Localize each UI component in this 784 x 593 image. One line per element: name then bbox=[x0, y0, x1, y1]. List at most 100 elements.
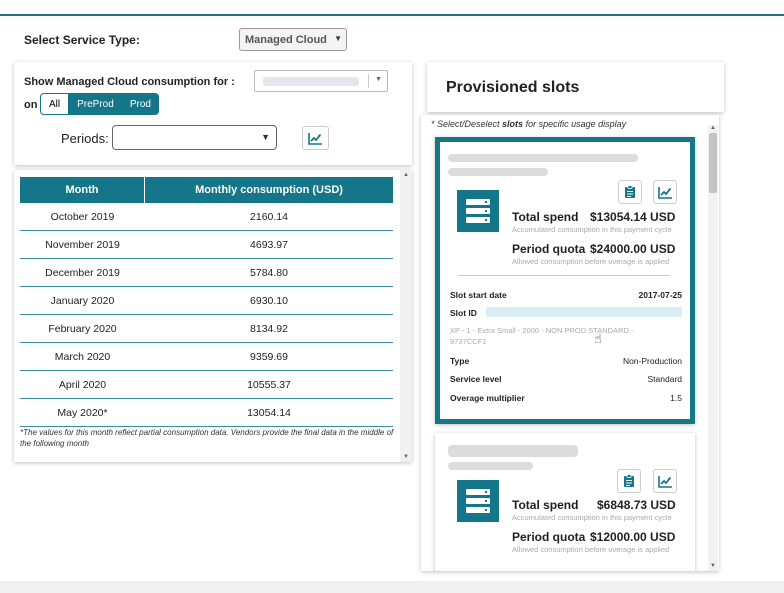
server-icon bbox=[457, 190, 499, 232]
slot-subtitle-redacted bbox=[448, 462, 533, 470]
type-label: Type bbox=[450, 356, 470, 366]
cell-consumption: 2160.14 bbox=[250, 210, 288, 223]
scroll-down-icon[interactable]: ▼ bbox=[710, 563, 716, 569]
on-label: on bbox=[24, 99, 38, 111]
env-prod-button[interactable]: Prod bbox=[121, 93, 159, 115]
select-slots-note: * Select/Deselect slots for specific usa… bbox=[431, 119, 626, 129]
cell-consumption: 5784.80 bbox=[250, 266, 288, 279]
cell-consumption: 10555.37 bbox=[247, 378, 291, 391]
show-consumption-label: Show Managed Cloud consumption for : bbox=[24, 76, 235, 88]
bottom-strip bbox=[0, 581, 784, 593]
scroll-up-icon[interactable]: ▲ bbox=[710, 125, 716, 131]
slot-divider bbox=[458, 275, 670, 276]
consumption-filter-card: Show Managed Cloud consumption for : ▼ o… bbox=[14, 62, 412, 165]
slot-card-selected[interactable]: Total spend $13054.14 USD Accumulated co… bbox=[435, 137, 695, 424]
total-spend-subtext: Accumulated consumption in this payment … bbox=[512, 513, 672, 522]
periods-select[interactable]: ▼ bbox=[112, 125, 277, 150]
env-preprod-button[interactable]: PreProd bbox=[69, 93, 122, 115]
total-spend-value: $6848.73 USD bbox=[597, 498, 676, 512]
column-header-month: Month bbox=[20, 177, 145, 203]
select-note-bold: slots bbox=[502, 119, 524, 129]
top-accent-line bbox=[0, 14, 784, 16]
periods-label: Periods: bbox=[61, 131, 109, 146]
trend-chart-icon bbox=[308, 132, 322, 145]
table-header: Month Monthly consumption (USD) bbox=[20, 177, 393, 203]
cell-month: February 2020 bbox=[48, 322, 117, 335]
server-icon bbox=[457, 480, 499, 522]
total-spend-value: $13054.14 USD bbox=[590, 210, 676, 224]
table-scrollbar[interactable]: ▲ ▼ bbox=[400, 170, 412, 462]
chevron-down-icon: ▼ bbox=[375, 76, 382, 83]
trend-chart-icon bbox=[657, 186, 672, 199]
service-type-label: Select Service Type: bbox=[24, 33, 140, 47]
total-spend-label: Total spend bbox=[512, 498, 579, 512]
type-value: Non-Production bbox=[622, 356, 682, 366]
service-level-label: Service level bbox=[450, 374, 502, 384]
cell-month: November 2019 bbox=[45, 238, 120, 251]
table-footnote: *The values for this month reflect parti… bbox=[20, 428, 394, 448]
column-header-consumption: Monthly consumption (USD) bbox=[195, 184, 343, 196]
slot-start-date-label: Slot start date bbox=[450, 290, 507, 300]
cell-consumption: 6930.10 bbox=[250, 294, 288, 307]
trend-chart-icon bbox=[657, 475, 672, 488]
slot-card[interactable]: Total spend $6848.73 USD Accumulated con… bbox=[435, 433, 695, 571]
slot-details-button[interactable] bbox=[618, 180, 642, 204]
account-select[interactable]: ▼ bbox=[254, 70, 388, 92]
slot-name-redacted bbox=[448, 154, 638, 162]
clipboard-icon bbox=[624, 474, 634, 487]
period-quota-subtext: Allowed consumption before overage is ap… bbox=[512, 545, 670, 554]
total-spend-label: Total spend bbox=[512, 210, 579, 224]
select-note-prefix: * Select/Deselect bbox=[431, 119, 503, 129]
slots-scrollbar[interactable]: ▲ ▼ bbox=[708, 125, 718, 571]
slot-id-label: Slot ID bbox=[450, 308, 477, 318]
chevron-down-icon: ▼ bbox=[334, 34, 342, 43]
chevron-down-icon: ▼ bbox=[261, 132, 270, 142]
overage-multiplier-value: 1.5 bbox=[670, 393, 682, 403]
service-type-select[interactable]: Managed Cloud ▼ bbox=[239, 28, 347, 51]
cell-consumption: 13054.14 bbox=[247, 406, 291, 419]
total-spend-subtext: Accumulated consumption in this payment … bbox=[512, 225, 672, 234]
cell-month: May 2020* bbox=[57, 406, 108, 419]
slot-name-redacted bbox=[448, 445, 578, 457]
slot-chart-button[interactable] bbox=[653, 469, 677, 493]
table-row: October 2019 2160.14 bbox=[20, 203, 393, 231]
scroll-down-icon[interactable]: ▼ bbox=[403, 454, 409, 460]
overage-multiplier-label: Overage multiplier bbox=[450, 393, 525, 403]
env-all-button[interactable]: All bbox=[40, 93, 70, 115]
cell-consumption: 8134.92 bbox=[250, 322, 288, 335]
cell-month: April 2020 bbox=[58, 378, 107, 391]
table-row: November 2019 4693.97 bbox=[20, 231, 393, 259]
show-chart-button[interactable] bbox=[302, 126, 329, 150]
slots-title: Provisioned slots bbox=[446, 79, 580, 96]
select-note-suffix: for specific usage display bbox=[523, 119, 627, 129]
period-quota-label: Period quota bbox=[512, 530, 586, 544]
table-row: February 2020 8134.92 bbox=[20, 315, 393, 343]
period-quota-label: Period quota bbox=[512, 242, 586, 256]
cell-month: March 2020 bbox=[54, 350, 111, 363]
slot-subtitle-redacted bbox=[448, 168, 548, 176]
cell-month: December 2019 bbox=[45, 266, 120, 279]
account-select-value-redacted bbox=[263, 77, 359, 86]
scroll-up-icon[interactable]: ▲ bbox=[403, 172, 409, 178]
slot-details-button[interactable] bbox=[617, 469, 641, 493]
scroll-thumb[interactable] bbox=[709, 133, 717, 193]
slot-id-value-redacted bbox=[486, 307, 682, 317]
select-divider bbox=[368, 74, 369, 88]
table-row: December 2019 5784.80 bbox=[20, 259, 393, 287]
cell-consumption: 4693.97 bbox=[250, 238, 288, 251]
cell-month: October 2019 bbox=[50, 210, 115, 223]
environment-toggle: All PreProd Prod bbox=[40, 93, 159, 115]
slot-chart-button[interactable] bbox=[653, 180, 677, 204]
period-quota-value: $12000.00 USD bbox=[590, 530, 676, 544]
table-row: April 2020 10555.37 bbox=[20, 371, 393, 399]
period-quota-subtext: Allowed consumption before overage is ap… bbox=[512, 257, 670, 266]
slot-description: XP - 1 - Extra Small - 2000 - NON PROD S… bbox=[450, 326, 634, 346]
slots-header-card: Provisioned slots bbox=[427, 62, 724, 112]
slots-panel: * Select/Deselect slots for specific usa… bbox=[421, 115, 719, 571]
cell-month: January 2020 bbox=[50, 294, 115, 307]
slot-start-date-value: 2017-07-25 bbox=[638, 290, 682, 300]
service-level-value: Standard bbox=[647, 374, 683, 384]
consumption-table-card: Month Monthly consumption (USD) October … bbox=[14, 170, 412, 462]
table-row: January 2020 6930.10 bbox=[20, 287, 393, 315]
table-row: May 2020* 13054.14 bbox=[20, 399, 393, 427]
